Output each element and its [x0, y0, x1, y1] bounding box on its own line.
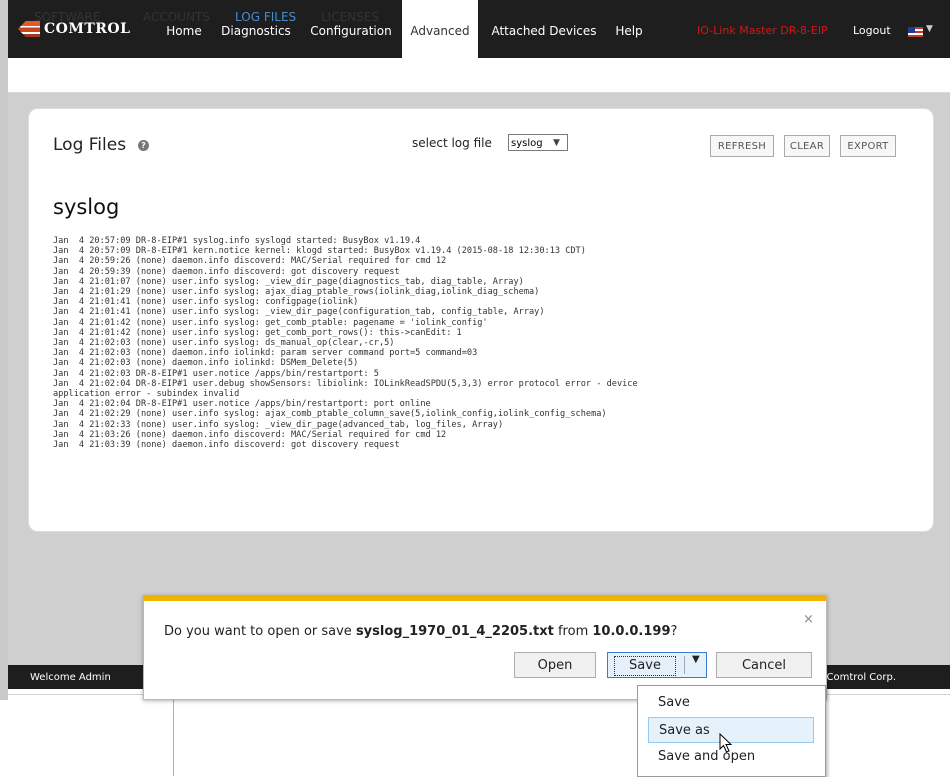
log-line: Jan 4 21:03:26 (none) daemon.info discov…	[53, 429, 447, 440]
log-file-select[interactable]: syslog ▼	[508, 134, 568, 151]
log-line: Jan 4 21:02:03 (none) daemon.info iolink…	[53, 348, 478, 359]
mouse-pointer-icon	[719, 733, 733, 753]
subnav-licenses[interactable]: LICENSES	[321, 10, 379, 24]
open-button[interactable]: Open	[514, 652, 596, 678]
sub-navbar	[8, 58, 950, 93]
nav-help[interactable]: Help	[610, 0, 648, 58]
copyright-text: : Comtrol Corp.	[820, 672, 897, 683]
log-line: Jan 4 21:01:42 (none) user.info syslog: …	[53, 327, 462, 338]
nav-diagnostics[interactable]: Diagnostics	[212, 0, 300, 58]
subnav-accounts[interactable]: ACCOUNTS	[143, 10, 210, 24]
save-split-button[interactable]: Save ▼	[607, 652, 707, 678]
subnav-log-files[interactable]: LOG FILES	[235, 10, 296, 24]
log-line: application error - subindex invalid	[53, 389, 240, 400]
download-host: 10.0.0.199	[592, 624, 671, 639]
us-flag-icon[interactable]	[908, 27, 923, 37]
log-line: Jan 4 20:57:09 DR-8-EIP#1 kern.notice ke…	[53, 246, 586, 257]
log-line: Jan 4 20:57:09 DR-8-EIP#1 syslog.info sy…	[53, 236, 421, 246]
log-line: Jan 4 21:01:41 (none) user.info syslog: …	[53, 307, 545, 318]
subnav-software[interactable]: SOFTWARE	[34, 10, 100, 24]
clear-button[interactable]: CLEAR	[784, 135, 830, 157]
save-divider	[684, 656, 685, 674]
lower-vertical-divider	[173, 695, 174, 776]
menu-item-save[interactable]: Save	[648, 690, 814, 716]
nav-attached-devices[interactable]: Attached Devices	[482, 0, 606, 58]
nav-home[interactable]: Home	[160, 0, 208, 58]
select-log-label: select log file	[412, 136, 492, 150]
message-middle: from	[553, 624, 593, 639]
export-button[interactable]: EXPORT	[840, 135, 896, 157]
log-line: Jan 4 21:02:03 (none) daemon.info iolink…	[53, 358, 359, 369]
download-message: Do you want to open or save syslog_1970_…	[164, 624, 677, 639]
message-suffix: ?	[670, 624, 678, 639]
log-line: Jan 4 21:01:42 (none) user.info syslog: …	[53, 317, 488, 328]
window-frame	[0, 0, 8, 700]
log-heading: syslog	[53, 195, 120, 219]
log-line: Jan 4 20:59:39 (none) daemon.info discov…	[53, 266, 400, 277]
save-dropdown-arrow-icon[interactable]: ▼	[692, 654, 700, 665]
page-title: Log Files	[53, 135, 127, 155]
log-line: Jan 4 21:01:07 (none) user.info syslog: …	[53, 276, 524, 287]
save-button[interactable]: Save	[614, 656, 676, 676]
help-icon[interactable]: ?	[138, 140, 149, 151]
nav-advanced[interactable]: Advanced	[402, 0, 478, 58]
chevron-down-icon: ▼	[553, 138, 560, 148]
log-line: Jan 4 21:02:03 (none) user.info syslog: …	[53, 338, 395, 349]
cancel-button[interactable]: Cancel	[716, 652, 812, 678]
welcome-text: Welcome Admin	[30, 672, 111, 683]
log-line: Jan 4 21:02:04 DR-8-EIP#1 user.debug sho…	[53, 378, 638, 389]
log-line: Jan 4 21:01:29 (none) user.info syslog: …	[53, 287, 540, 298]
log-file-select-value: syslog	[511, 138, 543, 149]
message-prefix: Do you want to open or save	[164, 624, 356, 639]
save-dropdown-menu: Save Save as Save and open	[637, 685, 826, 777]
log-line: Jan 4 21:02:03 DR-8-EIP#1 user.notice /a…	[53, 368, 379, 379]
log-line: Jan 4 20:59:26 (none) daemon.info discov…	[53, 256, 447, 267]
log-content: Jan 4 20:57:09 DR-8-EIP#1 syslog.info sy…	[53, 236, 923, 450]
language-caret-icon[interactable]: ▼	[926, 24, 933, 34]
logout-link[interactable]: Logout	[853, 24, 891, 37]
log-line: Jan 4 21:03:39 (none) daemon.info discov…	[53, 440, 400, 451]
log-line: Jan 4 21:02:04 DR-8-EIP#1 user.notice /a…	[53, 399, 431, 410]
log-line: Jan 4 21:02:29 (none) user.info syslog: …	[53, 409, 607, 420]
close-icon[interactable]: ×	[803, 612, 814, 627]
refresh-button[interactable]: REFRESH	[710, 135, 774, 157]
log-line: Jan 4 21:01:41 (none) user.info syslog: …	[53, 297, 359, 308]
nav-configuration[interactable]: Configuration	[304, 0, 398, 58]
download-filename: syslog_1970_01_4_2205.txt	[355, 624, 554, 639]
log-line: Jan 4 21:02:33 (none) user.info syslog: …	[53, 419, 504, 430]
device-name: IO-Link Master DR-8-EIP	[697, 24, 828, 37]
